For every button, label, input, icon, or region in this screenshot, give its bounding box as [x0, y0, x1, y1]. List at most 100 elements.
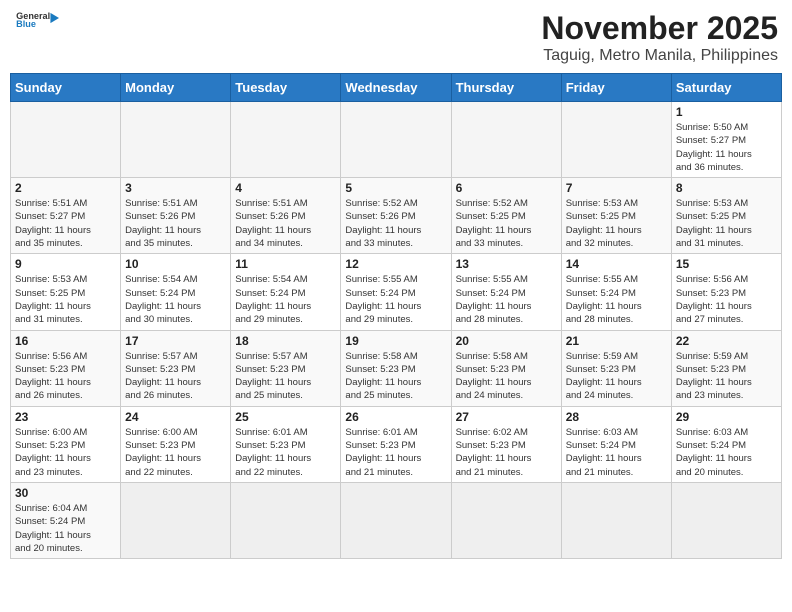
day-number: 27 [456, 410, 557, 424]
day-info: Sunrise: 6:02 AM Sunset: 5:23 PM Dayligh… [456, 426, 557, 479]
calendar-cell [671, 482, 781, 558]
day-number: 8 [676, 181, 777, 195]
calendar-cell: 22 Sunrise: 5:59 AM Sunset: 5:23 PM Dayli… [671, 330, 781, 406]
month-title: November 2025 [541, 10, 778, 47]
day-info: Sunrise: 5:59 AM Sunset: 5:23 PM Dayligh… [676, 350, 777, 403]
calendar-cell: 11 Sunrise: 5:54 AM Sunset: 5:24 PM Dayli… [231, 254, 341, 330]
calendar-cell: 24 Sunrise: 6:00 AM Sunset: 5:23 PM Dayli… [121, 406, 231, 482]
day-number: 2 [15, 181, 116, 195]
calendar-week-row: 23 Sunrise: 6:00 AM Sunset: 5:23 PM Dayli… [11, 406, 782, 482]
day-number: 26 [345, 410, 446, 424]
page-header: General Blue November 2025 Taguig, Metro… [10, 10, 782, 65]
svg-text:Blue: Blue [16, 19, 36, 29]
day-info: Sunrise: 6:00 AM Sunset: 5:23 PM Dayligh… [125, 426, 226, 479]
calendar-cell: 28 Sunrise: 6:03 AM Sunset: 5:24 PM Dayli… [561, 406, 671, 482]
calendar-cell [561, 102, 671, 178]
calendar-cell: 14Sunrise: 5:55 AM Sunset: 5:24 PM Dayli… [561, 254, 671, 330]
calendar-cell: 13Sunrise: 5:55 AM Sunset: 5:24 PM Dayli… [451, 254, 561, 330]
calendar-week-row: 1 Sunrise: 5:50 AM Sunset: 5:27 PM Daylig… [11, 102, 782, 178]
calendar-cell [451, 102, 561, 178]
calendar-cell: 17 Sunrise: 5:57 AM Sunset: 5:23 PM Dayli… [121, 330, 231, 406]
day-number: 23 [15, 410, 116, 424]
day-number: 19 [345, 334, 446, 348]
day-info: Sunrise: 5:55 AM Sunset: 5:24 PM Dayligh… [566, 273, 667, 326]
day-info: Sunrise: 5:57 AM Sunset: 5:23 PM Dayligh… [235, 350, 336, 403]
day-info: Sunrise: 5:55 AM Sunset: 5:24 PM Dayligh… [456, 273, 557, 326]
day-info: Sunrise: 5:53 AM Sunset: 5:25 PM Dayligh… [676, 197, 777, 250]
calendar-cell [11, 102, 121, 178]
calendar-cell: 8 Sunrise: 5:53 AM Sunset: 5:25 PM Daylig… [671, 178, 781, 254]
weekday-header-tuesday: Tuesday [231, 74, 341, 102]
calendar-cell: 6Sunrise: 5:52 AM Sunset: 5:25 PM Daylig… [451, 178, 561, 254]
day-info: Sunrise: 5:58 AM Sunset: 5:23 PM Dayligh… [345, 350, 446, 403]
calendar-cell [341, 102, 451, 178]
calendar-table: SundayMondayTuesdayWednesdayThursdayFrid… [10, 73, 782, 559]
location: Taguig, Metro Manila, Philippines [541, 47, 778, 65]
calendar-cell: 1 Sunrise: 5:50 AM Sunset: 5:27 PM Daylig… [671, 102, 781, 178]
calendar-week-row: 9 Sunrise: 5:53 AM Sunset: 5:25 PM Daylig… [11, 254, 782, 330]
weekday-header-row: SundayMondayTuesdayWednesdayThursdayFrid… [11, 74, 782, 102]
calendar-cell: 29 Sunrise: 6:03 AM Sunset: 5:24 PM Dayli… [671, 406, 781, 482]
weekday-header-monday: Monday [121, 74, 231, 102]
calendar-cell: 5Sunrise: 5:52 AM Sunset: 5:26 PM Daylig… [341, 178, 451, 254]
day-number: 29 [676, 410, 777, 424]
day-number: 18 [235, 334, 336, 348]
day-info: Sunrise: 6:01 AM Sunset: 5:23 PM Dayligh… [235, 426, 336, 479]
day-number: 30 [15, 486, 116, 500]
calendar-cell: 9 Sunrise: 5:53 AM Sunset: 5:25 PM Daylig… [11, 254, 121, 330]
day-number: 11 [235, 257, 336, 271]
day-info: Sunrise: 5:56 AM Sunset: 5:23 PM Dayligh… [676, 273, 777, 326]
calendar-cell: 20Sunrise: 5:58 AM Sunset: 5:23 PM Dayli… [451, 330, 561, 406]
day-number: 28 [566, 410, 667, 424]
day-info: Sunrise: 6:04 AM Sunset: 5:24 PM Dayligh… [15, 502, 116, 555]
day-info: Sunrise: 5:51 AM Sunset: 5:27 PM Dayligh… [15, 197, 116, 250]
day-info: Sunrise: 5:57 AM Sunset: 5:23 PM Dayligh… [125, 350, 226, 403]
day-info: Sunrise: 5:54 AM Sunset: 5:24 PM Dayligh… [125, 273, 226, 326]
day-info: Sunrise: 6:03 AM Sunset: 5:24 PM Dayligh… [676, 426, 777, 479]
day-number: 25 [235, 410, 336, 424]
day-number: 22 [676, 334, 777, 348]
calendar-cell: 3Sunrise: 5:51 AM Sunset: 5:26 PM Daylig… [121, 178, 231, 254]
weekday-header-friday: Friday [561, 74, 671, 102]
calendar-cell: 25 Sunrise: 6:01 AM Sunset: 5:23 PM Dayli… [231, 406, 341, 482]
calendar-cell: 15 Sunrise: 5:56 AM Sunset: 5:23 PM Dayli… [671, 254, 781, 330]
calendar-cell: 21 Sunrise: 5:59 AM Sunset: 5:23 PM Dayli… [561, 330, 671, 406]
calendar-week-row: 2 Sunrise: 5:51 AM Sunset: 5:27 PM Daylig… [11, 178, 782, 254]
calendar-week-row: 30 Sunrise: 6:04 AM Sunset: 5:24 PM Dayli… [11, 482, 782, 558]
day-info: Sunrise: 5:53 AM Sunset: 5:25 PM Dayligh… [566, 197, 667, 250]
day-number: 10 [125, 257, 226, 271]
day-number: 15 [676, 257, 777, 271]
weekday-header-wednesday: Wednesday [341, 74, 451, 102]
calendar-cell [121, 102, 231, 178]
calendar-cell: 2 Sunrise: 5:51 AM Sunset: 5:27 PM Daylig… [11, 178, 121, 254]
day-info: Sunrise: 5:50 AM Sunset: 5:27 PM Dayligh… [676, 121, 777, 174]
day-number: 16 [15, 334, 116, 348]
weekday-header-thursday: Thursday [451, 74, 561, 102]
day-info: Sunrise: 5:53 AM Sunset: 5:25 PM Dayligh… [15, 273, 116, 326]
day-info: Sunrise: 5:59 AM Sunset: 5:23 PM Dayligh… [566, 350, 667, 403]
weekday-header-sunday: Sunday [11, 74, 121, 102]
day-number: 9 [15, 257, 116, 271]
calendar-cell: 12Sunrise: 5:55 AM Sunset: 5:24 PM Dayli… [341, 254, 451, 330]
day-info: Sunrise: 6:03 AM Sunset: 5:24 PM Dayligh… [566, 426, 667, 479]
day-info: Sunrise: 5:58 AM Sunset: 5:23 PM Dayligh… [456, 350, 557, 403]
title-block: November 2025 Taguig, Metro Manila, Phil… [541, 10, 778, 65]
logo: General Blue [14, 10, 64, 30]
calendar-cell [561, 482, 671, 558]
day-info: Sunrise: 5:54 AM Sunset: 5:24 PM Dayligh… [235, 273, 336, 326]
calendar-cell: 30 Sunrise: 6:04 AM Sunset: 5:24 PM Dayli… [11, 482, 121, 558]
day-number: 5 [345, 181, 446, 195]
day-number: 17 [125, 334, 226, 348]
day-info: Sunrise: 5:56 AM Sunset: 5:23 PM Dayligh… [15, 350, 116, 403]
day-number: 24 [125, 410, 226, 424]
calendar-cell: 7Sunrise: 5:53 AM Sunset: 5:25 PM Daylig… [561, 178, 671, 254]
day-number: 1 [676, 105, 777, 119]
calendar-cell: 19 Sunrise: 5:58 AM Sunset: 5:23 PM Dayli… [341, 330, 451, 406]
day-number: 21 [566, 334, 667, 348]
day-number: 12 [345, 257, 446, 271]
calendar-cell [341, 482, 451, 558]
logo-svg: General Blue [14, 10, 64, 30]
day-info: Sunrise: 6:00 AM Sunset: 5:23 PM Dayligh… [15, 426, 116, 479]
calendar-cell [231, 102, 341, 178]
calendar-cell: 23 Sunrise: 6:00 AM Sunset: 5:23 PM Dayli… [11, 406, 121, 482]
